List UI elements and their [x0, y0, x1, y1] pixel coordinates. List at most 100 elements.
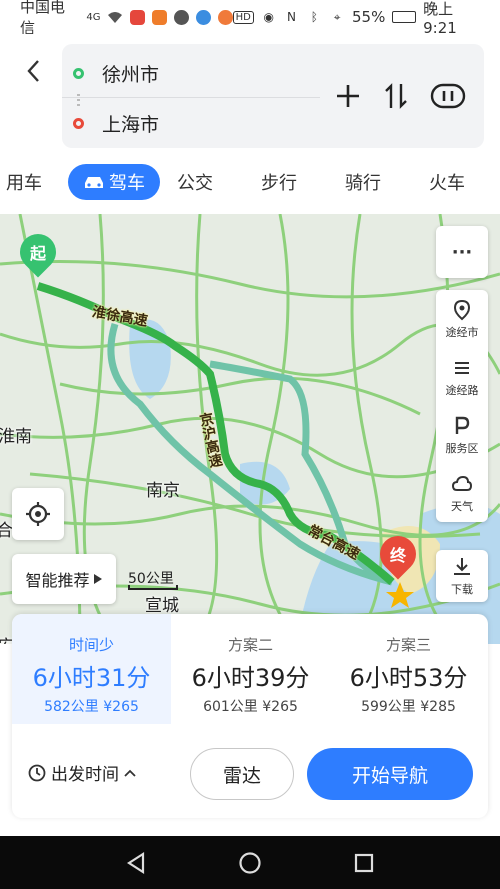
travel-mode-tabs: 用车 驾车 公交 步行 骑行 火车: [0, 158, 500, 210]
plan-distance: 582公里: [44, 699, 99, 715]
carrier-label: 中国电信: [20, 0, 66, 37]
alert-app-icon: [217, 9, 233, 25]
tab-train[interactable]: 火车: [420, 164, 474, 200]
eye-icon: ◉: [263, 10, 274, 24]
tab-bus-label: 公交: [177, 173, 213, 194]
radar-button[interactable]: 雷达: [190, 748, 294, 800]
plan-option[interactable]: 时间少 6小时31分 582公里 ¥265: [12, 614, 171, 724]
start-navigation-button[interactable]: 开始导航: [307, 748, 473, 800]
status-left: 中国电信 4G: [20, 0, 233, 38]
plan-title: 方案三: [385, 636, 431, 654]
recents-square-icon[interactable]: [353, 852, 375, 874]
route-header: 徐州市 上海市: [0, 34, 500, 158]
locate-button[interactable]: [12, 488, 64, 540]
swap-icon: [385, 83, 407, 109]
plan-duration: 6小时39分: [191, 664, 310, 692]
chevron-up-icon: [124, 769, 136, 777]
tab-bus[interactable]: 公交: [168, 164, 222, 200]
mic-app-icon: [130, 9, 146, 25]
plan-distance: 601公里: [203, 699, 258, 715]
route-plans-card: 时间少 6小时31分 582公里 ¥265 方案二 6小时39分 601公里 ¥…: [12, 614, 488, 818]
weather-button[interactable]: 天气: [436, 464, 488, 522]
swap-route-button[interactable]: [378, 78, 414, 114]
waypoint-road-button[interactable]: 途经路: [436, 348, 488, 406]
plan-info: 601公里 ¥265: [171, 696, 330, 716]
clock: 晚上9:21: [423, 0, 457, 37]
wifi-icon: [107, 9, 123, 25]
tab-taxi-label: 用车: [6, 173, 42, 194]
car-icon: [85, 177, 103, 188]
city-label-nanjing: 南京: [146, 481, 180, 501]
home-circle-icon[interactable]: [238, 851, 262, 875]
tab-drive-label: 驾车: [109, 173, 145, 194]
hd-indicator: HD: [232, 10, 254, 24]
tab-train-label: 火车: [429, 173, 465, 194]
download-panel: 下载: [436, 550, 488, 602]
destination-field[interactable]: 上海市: [62, 99, 320, 147]
download-button[interactable]: 下载: [436, 550, 488, 602]
waypoint-road-label: 途经路: [445, 383, 479, 397]
origin-dot-icon: [73, 68, 84, 79]
origin-field[interactable]: 徐州市: [62, 50, 320, 98]
cloud-icon: [451, 475, 473, 491]
tab-bike[interactable]: 骑行: [336, 164, 390, 200]
end-pin[interactable]: 终: [372, 528, 424, 580]
tab-bike-label: 骑行: [345, 173, 381, 194]
shop-app-icon: [152, 9, 168, 25]
crosshair-icon: [26, 502, 50, 526]
bluetooth-icon: ᛒ: [310, 10, 318, 24]
add-waypoint-button[interactable]: [330, 78, 366, 114]
scale-bar: [128, 585, 178, 590]
start-pin[interactable]: 起: [12, 226, 64, 278]
service-area-button[interactable]: 服务区: [436, 406, 488, 464]
route-map[interactable]: 起 终 淮徐高速 京沪高速 常台高速 南京 宣城 淮南 合 安 ··· 途经市 …: [0, 214, 500, 644]
waypoint-city-label: 途经市: [445, 325, 479, 339]
smart-recommend-label: 智能推荐: [25, 571, 90, 590]
depart-time-button[interactable]: 出发时间: [28, 760, 136, 785]
plan-info: 599公里 ¥285: [329, 696, 488, 716]
plan-option[interactable]: 方案二 6小时39分 601公里 ¥265: [171, 614, 330, 724]
start-navigation-label: 开始导航: [351, 764, 428, 787]
parking-icon: [455, 416, 470, 434]
more-options-panel: ···: [436, 226, 488, 278]
back-button[interactable]: [20, 56, 46, 86]
voice-assistant-button[interactable]: [428, 78, 468, 114]
waypoint-city-button[interactable]: 途经市: [436, 290, 488, 348]
city-label-xuancheng: 宣城: [145, 596, 179, 616]
pin-icon: [453, 299, 471, 320]
voice-assistant-icon: [430, 83, 466, 109]
more-icon: ···: [451, 241, 473, 263]
system-nav-bar: [0, 836, 500, 889]
plan-toll: ¥265: [103, 699, 139, 715]
chevron-left-icon: [27, 60, 39, 82]
battery-percent: 55%: [352, 8, 386, 26]
road-icon: [455, 361, 469, 374]
nfc-icon: N: [287, 10, 297, 24]
plan-toll: ¥285: [420, 699, 456, 715]
end-pin-label: 终: [389, 546, 406, 565]
wechat-icon: [174, 9, 189, 25]
plan-duration: 6小时31分: [32, 664, 151, 692]
depart-time-label: 出发时间: [51, 765, 119, 785]
smart-recommend-button[interactable]: 智能推荐: [12, 554, 116, 604]
back-triangle-icon[interactable]: [125, 851, 147, 875]
weather-label: 天气: [451, 499, 473, 513]
plan-option[interactable]: 方案三 6小时53分 599公里 ¥285: [329, 614, 488, 724]
origin-text: 徐州市: [102, 64, 160, 86]
clock-icon: [28, 764, 46, 781]
download-icon: [454, 557, 470, 575]
download-label: 下载: [451, 582, 473, 596]
plan-title: 时间少: [68, 636, 114, 654]
tab-drive[interactable]: 驾车: [68, 164, 160, 200]
network-type: 4G: [86, 11, 101, 23]
tab-taxi[interactable]: 用车: [0, 164, 52, 200]
radar-label: 雷达: [222, 764, 261, 787]
tab-walk-label: 步行: [261, 173, 297, 194]
plan-title: 方案二: [227, 636, 273, 654]
city-label-huainan: 淮南: [0, 427, 32, 447]
plus-icon: [337, 85, 359, 107]
start-pin-label: 起: [29, 244, 46, 263]
tab-walk[interactable]: 步行: [252, 164, 306, 200]
more-options-button[interactable]: ···: [436, 226, 488, 278]
plan-duration: 6小时53分: [349, 664, 468, 692]
